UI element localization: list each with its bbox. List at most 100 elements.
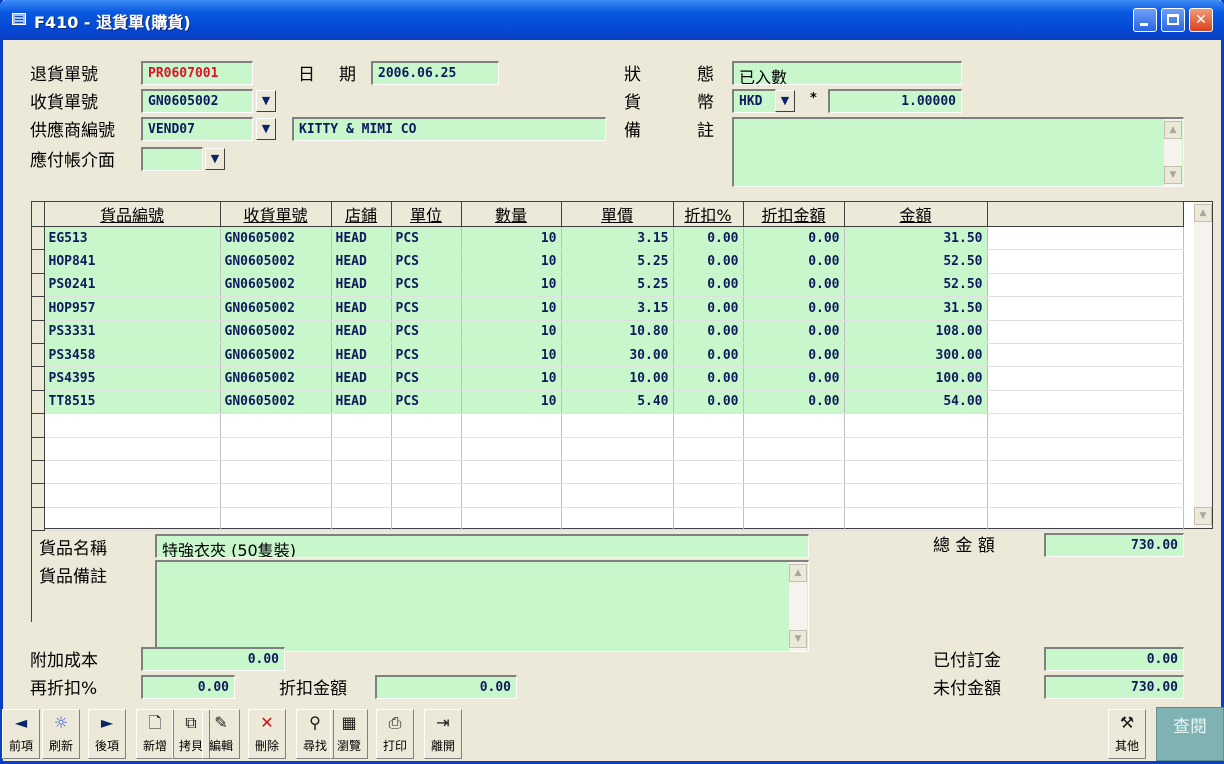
table-cell[interactable]: [743, 437, 845, 461]
table-row-empty[interactable]: [32, 507, 1184, 532]
table-cell[interactable]: 0.00: [673, 249, 744, 274]
exchange-rate-field[interactable]: 1.00000: [828, 89, 962, 113]
table-cell[interactable]: 31.50: [844, 296, 988, 321]
receipt-no-field[interactable]: GN0605002: [141, 89, 253, 113]
table-row[interactable]: TT8515 GN0605002 HEAD PCS 10 5.40 0.00 0.00 54.0…: [32, 390, 1184, 415]
date-field[interactable]: 2006.06.25: [371, 61, 499, 85]
table-cell[interactable]: EG513: [44, 226, 221, 251]
table-cell[interactable]: PCS: [391, 249, 462, 274]
table-cell[interactable]: HEAD: [331, 296, 392, 321]
table-cell[interactable]: PS0241: [44, 273, 221, 298]
table-row[interactable]: HOP841 GN0605002 HEAD PCS 10 5.25 0.00 0.00 52.5…: [32, 249, 1184, 274]
payable-dropdown-button[interactable]: ▼: [205, 148, 225, 170]
find-button[interactable]: ⚲ 尋找: [296, 709, 334, 759]
table-cell[interactable]: [391, 413, 462, 438]
table-cell[interactable]: [44, 437, 221, 461]
col-header-discount-amount[interactable]: 折扣金額: [743, 202, 845, 227]
row-indicator[interactable]: [32, 273, 45, 298]
table-cell[interactable]: GN0605002: [220, 320, 332, 344]
table-cell[interactable]: [461, 460, 562, 485]
title-bar[interactable]: F410 - 退貨單(購貨) ✕: [0, 0, 1224, 40]
table-cell[interactable]: 0.00: [743, 296, 845, 321]
row-indicator[interactable]: [32, 343, 45, 368]
row-indicator[interactable]: [32, 320, 45, 344]
table-cell[interactable]: 3.15: [561, 226, 674, 251]
table-cell[interactable]: 10.80: [561, 320, 674, 344]
row-indicator[interactable]: [32, 413, 45, 438]
table-cell[interactable]: 10: [461, 296, 562, 321]
table-cell[interactable]: [561, 413, 674, 438]
exit-button[interactable]: ⇥ 離開: [424, 709, 462, 759]
col-header-item-code[interactable]: 貨品編號: [44, 202, 221, 227]
table-cell[interactable]: 10: [461, 343, 562, 368]
table-cell[interactable]: [44, 483, 221, 508]
table-cell[interactable]: [561, 460, 674, 485]
table-cell[interactable]: 52.50: [844, 273, 988, 298]
table-row-empty[interactable]: [32, 413, 1184, 438]
table-cell[interactable]: 10: [461, 273, 562, 298]
table-cell[interactable]: 10: [461, 320, 562, 344]
table-cell[interactable]: HEAD: [331, 390, 392, 415]
table-cell[interactable]: [561, 483, 674, 508]
table-cell[interactable]: 54.00: [844, 390, 988, 415]
scroll-down-icon[interactable]: ▼: [1194, 507, 1212, 525]
table-cell[interactable]: 0.00: [673, 296, 744, 321]
row-indicator[interactable]: [32, 390, 45, 415]
table-cell[interactable]: 0.00: [673, 366, 744, 391]
item-grid[interactable]: 貨品編號 收貨單號 店鋪 單位 數量 單價 折扣% 折扣金額 金額 EG513 G…: [31, 201, 1213, 532]
table-cell[interactable]: 0.00: [743, 273, 845, 298]
row-indicator[interactable]: [32, 366, 45, 391]
table-cell[interactable]: 300.00: [844, 343, 988, 368]
table-cell[interactable]: [220, 507, 332, 532]
table-cell[interactable]: [844, 460, 988, 485]
row-indicator[interactable]: [32, 507, 45, 532]
table-cell[interactable]: PCS: [391, 273, 462, 298]
scroll-down-icon[interactable]: ▼: [1164, 166, 1182, 184]
table-cell[interactable]: 10: [461, 366, 562, 391]
table-cell[interactable]: [743, 460, 845, 485]
table-cell[interactable]: GN0605002: [220, 343, 332, 368]
col-header-discount-pct[interactable]: 折扣%: [673, 202, 744, 227]
table-cell[interactable]: [391, 507, 462, 532]
remark-scrollbar[interactable]: ▲ ▼: [1164, 119, 1182, 186]
table-cell[interactable]: [673, 437, 744, 461]
delete-button[interactable]: ✕ 刪除: [248, 709, 286, 759]
col-header-receipt-no[interactable]: 收貨單號: [220, 202, 332, 227]
table-cell[interactable]: [331, 507, 392, 532]
table-cell[interactable]: HEAD: [331, 320, 392, 344]
table-cell[interactable]: [743, 507, 845, 532]
table-cell[interactable]: PCS: [391, 366, 462, 391]
table-cell[interactable]: HOP957: [44, 296, 221, 321]
next-button[interactable]: ► 後項: [88, 709, 126, 759]
table-cell[interactable]: 52.50: [844, 249, 988, 274]
new-button[interactable]: 🗋 新增: [136, 709, 174, 759]
minimize-button[interactable]: [1133, 8, 1157, 32]
table-cell[interactable]: [561, 507, 674, 532]
table-cell[interactable]: [987, 507, 1184, 532]
row-indicator[interactable]: [32, 483, 45, 508]
table-cell[interactable]: 10: [461, 249, 562, 274]
table-cell[interactable]: [391, 483, 462, 508]
table-cell[interactable]: [331, 483, 392, 508]
table-cell[interactable]: [673, 460, 744, 485]
table-cell[interactable]: [673, 483, 744, 508]
close-button[interactable]: ✕: [1189, 8, 1213, 32]
table-cell[interactable]: [987, 413, 1184, 438]
table-cell[interactable]: 0.00: [673, 273, 744, 298]
table-cell[interactable]: TT8515: [44, 390, 221, 415]
row-indicator[interactable]: [32, 296, 45, 321]
table-cell[interactable]: PS3331: [44, 320, 221, 344]
table-cell[interactable]: [220, 413, 332, 438]
remark-textarea[interactable]: ▲ ▼: [732, 117, 1184, 187]
table-cell[interactable]: GN0605002: [220, 273, 332, 298]
table-cell[interactable]: GN0605002: [220, 226, 332, 251]
supplier-code-field[interactable]: VEND07: [141, 117, 253, 141]
table-cell[interactable]: [987, 437, 1184, 461]
other-button[interactable]: ⚒ 其他: [1108, 709, 1146, 759]
col-header-amount[interactable]: 金額: [844, 202, 988, 227]
table-cell[interactable]: 0.00: [673, 226, 744, 251]
table-cell[interactable]: GN0605002: [220, 390, 332, 415]
scroll-up-icon[interactable]: ▲: [1194, 204, 1212, 222]
table-cell[interactable]: 31.50: [844, 226, 988, 251]
scroll-up-icon[interactable]: ▲: [1164, 121, 1182, 139]
